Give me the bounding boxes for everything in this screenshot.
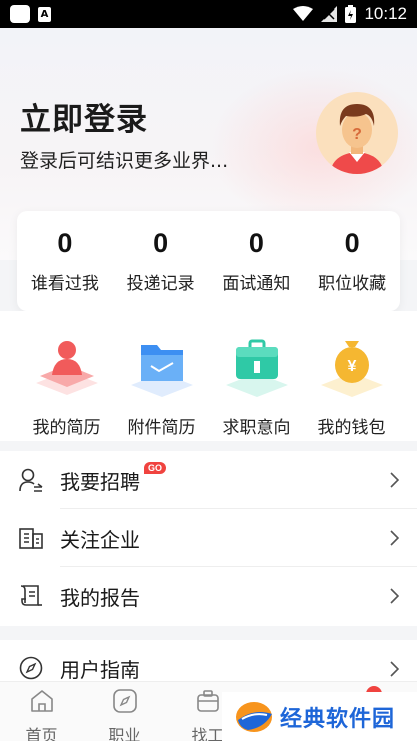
feature-my-resume[interactable]: 我的简历 xyxy=(19,311,114,441)
clock: 10:12 xyxy=(364,4,407,23)
watermark-logo-icon xyxy=(236,701,272,732)
feature-attachment-resume[interactable]: 附件简历 xyxy=(114,311,209,441)
feature-label: 求职意向 xyxy=(222,418,291,438)
app-notification-icon xyxy=(10,5,30,23)
stat-label: 投递记录 xyxy=(126,274,195,294)
stat-applications[interactable]: 0 投递记录 xyxy=(113,228,209,294)
nav-label: 首页 xyxy=(25,726,58,741)
stat-value: 0 xyxy=(248,228,264,258)
stats-card: 0 谁看过我 0 投递记录 0 面试通知 0 职位收藏 xyxy=(17,211,400,311)
nav-career[interactable]: 职业 xyxy=(83,682,166,741)
job-icon xyxy=(196,690,219,712)
watermark-text: 经典软件园 xyxy=(280,706,396,732)
home-icon xyxy=(30,690,53,712)
status-bar: A 10:12 xyxy=(0,0,417,28)
svg-text:¥: ¥ xyxy=(347,358,356,375)
briefcase-icon xyxy=(225,339,288,397)
menu-list: 我要招聘 GO 关注企业 我的报告 xyxy=(0,451,417,626)
menu-item-my-report[interactable]: 我的报告 xyxy=(0,567,417,625)
feature-label: 附件简历 xyxy=(127,418,196,438)
menu-label: 我的报告 xyxy=(60,585,140,610)
nav-label: 职业 xyxy=(108,726,141,741)
compass-icon xyxy=(19,656,43,680)
feature-my-wallet[interactable]: ¥ 我的钱包 xyxy=(304,311,399,441)
signal-icon xyxy=(321,6,338,22)
stat-value: 0 xyxy=(153,228,169,258)
menu-item-user-guide[interactable]: 用户指南 xyxy=(0,640,417,682)
career-icon xyxy=(112,689,137,713)
company-icon xyxy=(19,528,43,549)
menu-item-recruit[interactable]: 我要招聘 GO xyxy=(0,451,417,509)
feature-label: 我的钱包 xyxy=(317,418,386,438)
battery-icon xyxy=(345,5,357,23)
stat-label: 谁看过我 xyxy=(30,274,99,294)
login-title[interactable]: 立即登录 xyxy=(20,94,148,139)
svg-text:?: ? xyxy=(352,126,362,143)
menu-label: 我要招聘 xyxy=(60,469,140,494)
feature-grid: 我的简历 附件简历 求职意向 ¥ 我的钱包 xyxy=(0,311,417,441)
feature-label: 我的简历 xyxy=(32,418,101,438)
chevron-right-icon xyxy=(390,472,399,488)
wallet-icon: ¥ xyxy=(320,341,383,397)
chevron-right-icon xyxy=(390,530,399,546)
menu-label: 关注企业 xyxy=(60,527,140,552)
feature-job-intention[interactable]: 求职意向 xyxy=(209,311,304,441)
a-notification-icon: A xyxy=(38,6,51,22)
stat-label: 面试通知 xyxy=(222,274,291,294)
stat-value: 0 xyxy=(344,228,360,258)
folder-icon xyxy=(130,345,193,397)
chevron-right-icon xyxy=(390,588,399,604)
stat-favorites[interactable]: 0 职位收藏 xyxy=(304,228,400,294)
report-icon xyxy=(20,585,42,606)
stat-viewed-me[interactable]: 0 谁看过我 xyxy=(17,228,113,294)
wifi-icon xyxy=(293,6,314,21)
menu-label: 用户指南 xyxy=(60,657,140,682)
menu-item-followed-companies[interactable]: 关注企业 xyxy=(0,509,417,567)
resume-icon xyxy=(35,341,98,395)
recruit-icon xyxy=(19,468,43,492)
nav-home[interactable]: 首页 xyxy=(0,682,83,741)
watermark: 经典软件园 xyxy=(222,692,417,741)
login-subtitle: 登录后可结识更多业界... xyxy=(20,150,229,172)
stat-label: 职位收藏 xyxy=(318,274,387,294)
avatar[interactable]: ? xyxy=(316,92,398,174)
stat-interviews[interactable]: 0 面试通知 xyxy=(209,228,305,294)
go-badge: GO xyxy=(144,462,167,474)
chevron-right-icon xyxy=(390,661,399,677)
menu-list-2: 用户指南 xyxy=(0,640,417,682)
stat-value: 0 xyxy=(57,228,73,258)
